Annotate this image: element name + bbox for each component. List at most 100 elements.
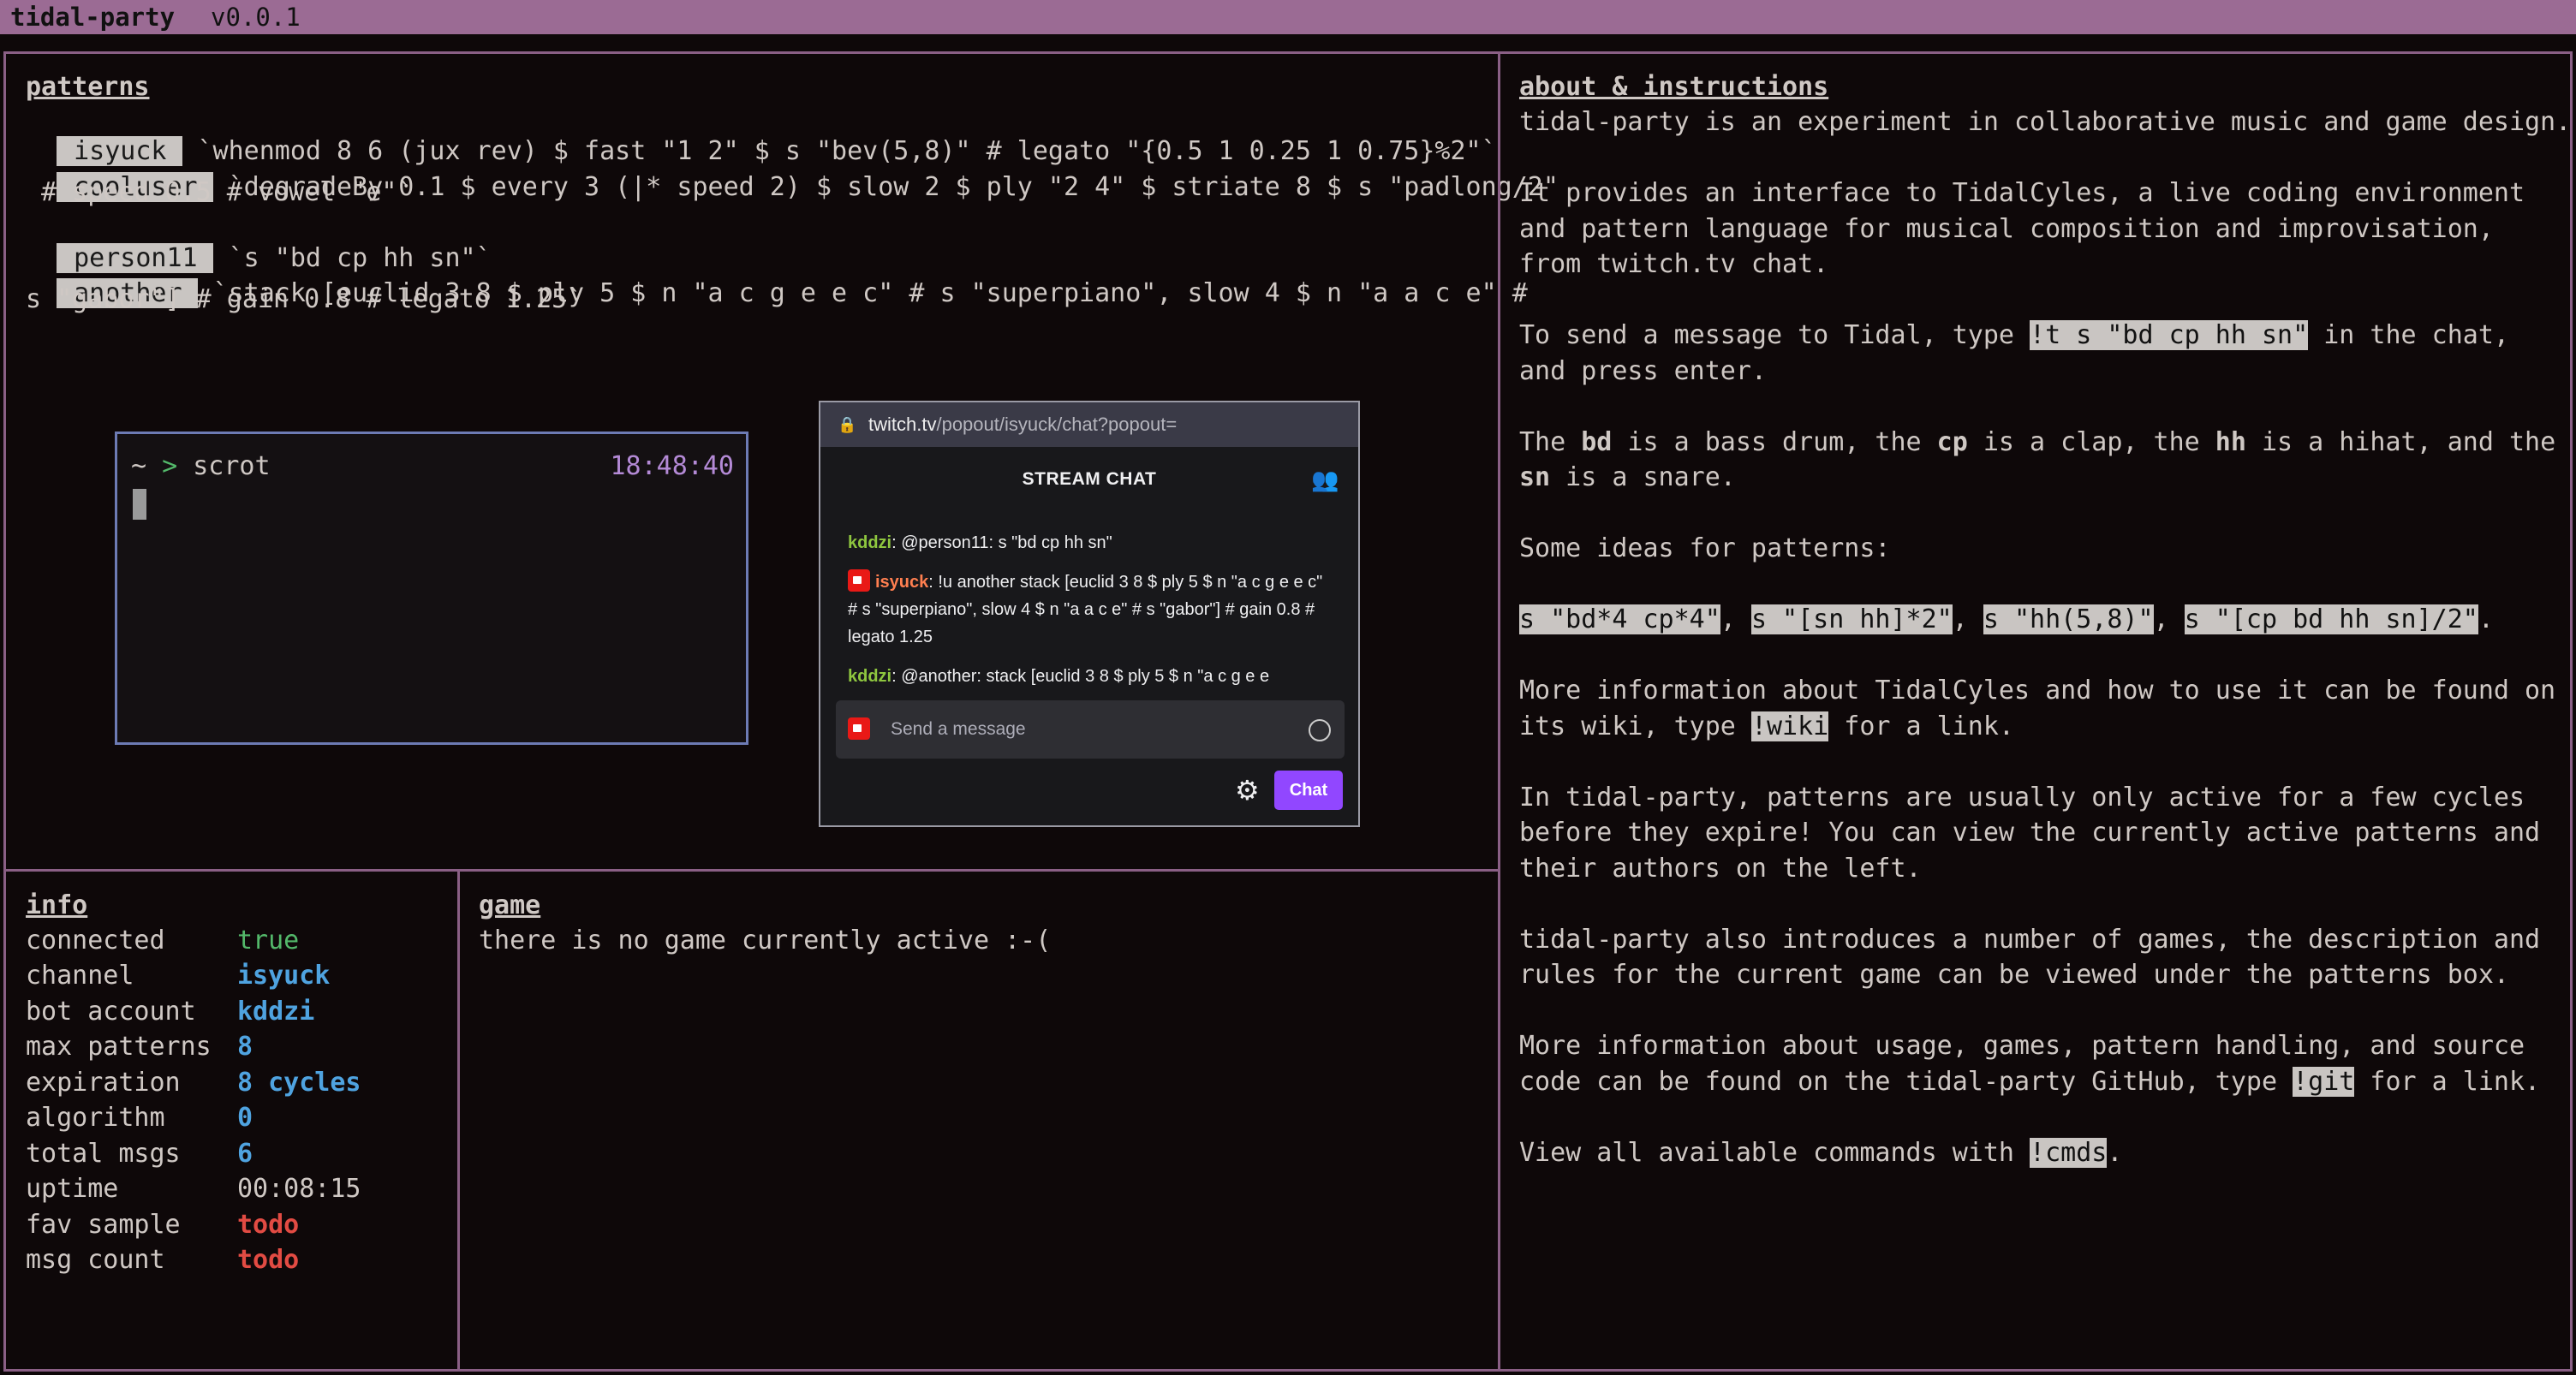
about-text-span: is a hihat, and the	[2261, 426, 2556, 457]
about-text-span: is a clap, the	[1967, 426, 2215, 457]
chat-messages: kddzi: @person11: s "bd cp hh sn" isyuck…	[848, 529, 1336, 702]
about-text: tidal-party is an experiment in collabor…	[1519, 104, 2572, 1206]
about-text-span: .	[2107, 1137, 2123, 1168]
info-row: bot account kddzi	[26, 997, 314, 1027]
pattern-code-continued: # speed 0.5 # vowel "e"`	[26, 177, 413, 207]
app-version: v0.0.1	[211, 3, 301, 32]
info-row: max patterns 8	[26, 1032, 253, 1062]
info-title: info	[26, 890, 88, 920]
info-row: expiration 8 cycles	[26, 1068, 361, 1098]
about-paragraph: Some ideas for patterns:	[1519, 533, 1891, 563]
info-value: 00:08:15	[237, 1174, 361, 1204]
info-key: fav sample	[26, 1210, 181, 1240]
info-row: algorithm 0	[26, 1103, 253, 1133]
idea-chip: s "hh(5,8)"	[1983, 604, 2154, 634]
chat-text: : @person11: s "bd cp hh sn"	[891, 533, 1112, 552]
chat-nick[interactable]: kddzi	[848, 533, 891, 552]
about-title: about & instructions	[1519, 72, 1829, 102]
info-value: 8 cycles	[237, 1068, 361, 1098]
info-value: kddzi	[237, 997, 315, 1027]
community-icon[interactable]: 👥	[1311, 447, 1339, 512]
terminal-clock: 18:48:40	[610, 451, 735, 481]
pattern-code-continued: s "gabor"] # gain 0.8 # legato 1.25`	[26, 284, 583, 314]
info-key: algorithm	[26, 1103, 165, 1133]
info-row: channel isyuck	[26, 961, 330, 991]
url-path: /popout/isyuck/chat?popout=	[936, 414, 1178, 435]
info-key: connected	[26, 926, 165, 955]
sample-name: hh	[2215, 426, 2246, 457]
game-status: there is no game currently active :-(	[479, 926, 1052, 955]
terminal-window[interactable]: ~ > scrot 18:48:40	[115, 432, 748, 745]
idea-chip: s "bd*4 cp*4"	[1519, 604, 1720, 634]
command-chip: !cmds	[2030, 1137, 2108, 1168]
about-paragraph: More information about TidalCyles and ho…	[1519, 673, 2555, 744]
pattern-ideas: s "bd*4 cp*4", s "[sn hh]*2", s "hh(5,8)…	[1519, 604, 2494, 634]
about-text-span: To send a message to Tidal, type	[1519, 320, 2030, 350]
info-key: channel	[26, 961, 134, 991]
patterns-title: patterns	[26, 72, 150, 102]
about-paragraph: View all available commands with !cmds.	[1519, 1135, 2555, 1171]
command-chip: !wiki	[1750, 711, 1829, 741]
info-value: isyuck	[237, 961, 331, 991]
chat-header-title: STREAM CHAT	[1022, 469, 1157, 489]
info-value: 6	[237, 1139, 253, 1169]
emote-icon[interactable]	[1309, 719, 1331, 741]
settings-gear-icon[interactable]: ⚙	[1235, 774, 1260, 807]
command-chip: !t s "bd cp hh sn"	[2030, 320, 2309, 350]
idea-chip: s "[sn hh]*2"	[1750, 604, 1953, 634]
chat-input[interactable]: Send a message	[836, 700, 1345, 759]
chat-nick[interactable]: isyuck	[875, 573, 928, 592]
prompt-tilde: ~	[131, 451, 147, 481]
info-value: todo	[237, 1245, 300, 1275]
sample-name: cp	[1936, 426, 1968, 457]
info-row: uptime 00:08:15	[26, 1174, 361, 1204]
sample-name: sn	[1519, 462, 1551, 492]
chat-message: kddzi: @another: stack [euclid 3 8 $ ply…	[848, 663, 1336, 690]
chat-send-button[interactable]: Chat	[1274, 771, 1343, 810]
about-text-span: The	[1519, 426, 1582, 457]
info-row: fav sample todo	[26, 1210, 299, 1240]
chat-input-placeholder: Send a message	[891, 719, 1026, 739]
info-row: msg count todo	[26, 1245, 299, 1275]
idea-chip: s "[cp bd hh sn]/2"	[2184, 604, 2478, 634]
twitch-chat-popout[interactable]: 🔒 twitch.tv/popout/isyuck/chat?popout= S…	[819, 401, 1360, 827]
broadcaster-badge-icon	[848, 569, 870, 592]
prompt-arrow: >	[162, 451, 178, 481]
app-name: tidal-party	[10, 3, 176, 32]
url-host: twitch.tv	[868, 414, 937, 435]
info-value: true	[237, 926, 300, 955]
about-paragraph: To send a message to Tidal, type !t s "b…	[1519, 318, 2555, 389]
about-paragraph: More information about usage, games, pat…	[1519, 1028, 2555, 1099]
info-value: 8	[237, 1032, 253, 1062]
info-row: connected true	[26, 926, 299, 955]
about-text-span: is a snare.	[1550, 462, 1736, 492]
chat-nick[interactable]: kddzi	[848, 667, 891, 686]
about-text-span: is a bass drum, the	[1612, 426, 1937, 457]
info-key: expiration	[26, 1068, 181, 1098]
url-bar[interactable]: 🔒 twitch.tv/popout/isyuck/chat?popout=	[820, 402, 1358, 447]
about-text-span: View all available commands with	[1519, 1137, 2030, 1168]
game-title: game	[479, 890, 541, 920]
chat-text: : @another: stack [euclid 3 8 $ ply 5 $ …	[891, 667, 1270, 686]
about-text-span: for a link.	[2354, 1066, 2541, 1097]
info-key: bot account	[26, 997, 196, 1027]
about-paragraph: tidal-party is an experiment in collabor…	[1519, 107, 2572, 137]
title-bar: tidal-party v0.0.1	[0, 0, 2576, 34]
info-key: total msgs	[26, 1139, 181, 1169]
chat-header: STREAM CHAT 👥	[820, 447, 1358, 512]
terminal-cursor	[133, 489, 146, 520]
chat-message: kddzi: @person11: s "bd cp hh sn"	[848, 529, 1336, 557]
pattern-code: `degradeBy 0.1 $ every 3 (|* speed 2) $ …	[228, 172, 1559, 202]
info-row: total msgs 6	[26, 1139, 253, 1169]
info-key: uptime	[26, 1174, 119, 1204]
about-paragraph: The bd is a bass drum, the cp is a clap,…	[1519, 425, 2555, 496]
about-paragraph: tidal-party also introduces a number of …	[1519, 924, 2541, 991]
about-paragraph: In tidal-party, patterns are usually onl…	[1519, 782, 2541, 884]
info-value: todo	[237, 1210, 300, 1240]
terminal-command: scrot	[193, 451, 271, 481]
terminal-prompt: ~ > scrot	[131, 451, 271, 481]
about-paragraph: It provides an interface to TidalCyles, …	[1519, 178, 2525, 279]
url-text: twitch.tv/popout/isyuck/chat?popout=	[868, 402, 1177, 447]
command-chip: !git	[2293, 1066, 2355, 1097]
about-text-span: for a link.	[1828, 711, 2014, 741]
